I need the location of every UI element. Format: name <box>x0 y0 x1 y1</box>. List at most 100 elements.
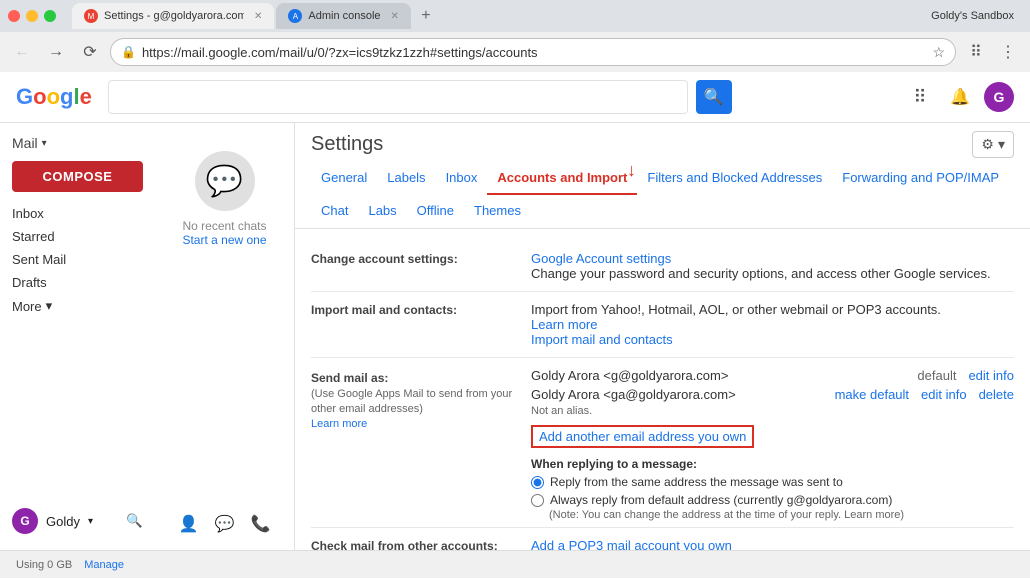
mail-dropdown-arrow: ▾ <box>42 138 47 149</box>
lock-icon: 🔒 <box>121 45 136 59</box>
close-button[interactable] <box>8 10 20 22</box>
mail-label-text: Mail <box>12 135 38 151</box>
settings-header: Settings ⚙ ▾ <box>295 123 1030 162</box>
sidebar-item-label-drafts: Drafts <box>12 275 47 290</box>
chat-bubble-icon[interactable]: 💬 <box>211 510 239 538</box>
sidebar-item-drafts[interactable]: Drafts <box>0 271 147 294</box>
back-button[interactable]: ← <box>8 38 36 66</box>
import-desc: Import from Yahoo!, Hotmail, AOL, or oth… <box>531 302 941 317</box>
section-label-send-mail: Send mail as: (Use Google Apps Mail to s… <box>311 368 531 430</box>
section-check-mail: Check mail from other accounts: Learn mo… <box>311 528 1014 550</box>
tab-general[interactable]: General <box>311 162 377 195</box>
tab-filters[interactable]: Filters and Blocked Addresses <box>637 162 832 195</box>
reply-option-2-label: Always reply from default address (curre… <box>550 493 892 507</box>
address-bar-row: ← → ⟳ 🔒 https://mail.google.com/mail/u/0… <box>0 32 1030 72</box>
account-2-info: Goldy Arora <ga@goldyarora.com> Not an a… <box>531 387 823 417</box>
tab-accounts-import[interactable]: Accounts and Import <box>487 162 637 195</box>
reply-options: When replying to a message: Reply from t… <box>531 456 1014 521</box>
tab-forwarding[interactable]: Forwarding and POP/IMAP <box>832 162 1009 195</box>
search-button-sidebar[interactable]: 🔍 <box>126 513 143 529</box>
minimize-button[interactable] <box>26 10 38 22</box>
add-email-link[interactable]: Add another email address you own <box>531 425 754 448</box>
tab-label-admin: Admin console <box>308 10 380 22</box>
search-input[interactable] <box>108 80 688 114</box>
import-learn-more-link[interactable]: Learn more <box>531 317 597 332</box>
reply-option-1-row: Reply from the same address the message … <box>531 475 1014 489</box>
account-2-delete-link[interactable]: delete <box>979 387 1014 402</box>
address-bar[interactable]: 🔒 https://mail.google.com/mail/u/0/?zx=i… <box>110 38 956 66</box>
sidebar-item-sent[interactable]: Sent Mail <box>0 248 147 271</box>
section-content-send-mail: Goldy Arora <g@goldyarora.com> default e… <box>531 368 1014 521</box>
compose-button[interactable]: COMPOSE <box>12 161 143 192</box>
toolbar-icons: ⠿ ⋮ <box>962 38 1022 66</box>
footer-manage-link[interactable]: Manage <box>84 559 124 571</box>
mail-label[interactable]: Mail ▾ <box>0 131 155 155</box>
chat-avatar-area: 💬 <box>195 151 255 211</box>
chat-people-icon[interactable]: 👤 <box>175 510 203 538</box>
tab-offline[interactable]: Offline <box>407 195 464 228</box>
tab-close-settings[interactable]: ✕ <box>254 11 262 22</box>
tab-settings[interactable]: M Settings - g@goldyarora.com ✕ <box>72 3 274 29</box>
notifications-button[interactable]: 🔔 <box>944 81 976 113</box>
browser-tabs: M Settings - g@goldyarora.com ✕ A Admin … <box>72 3 923 29</box>
sidebar: Mail ▾ COMPOSE Inbox Starred Sent Mail D… <box>0 123 155 550</box>
sidebar-item-inbox[interactable]: Inbox <box>0 202 147 225</box>
reply-option-2-row: Always reply from default address (curre… <box>531 493 1014 507</box>
maximize-button[interactable] <box>44 10 56 22</box>
section-send-mail: Send mail as: (Use Google Apps Mail to s… <box>311 358 1014 528</box>
tab-admin[interactable]: A Admin console ✕ <box>276 3 411 29</box>
tab-inbox[interactable]: Inbox <box>436 162 488 195</box>
account-1-default-label: default <box>917 368 956 383</box>
chat-panel: 💬 No recent chats Start a new one 👤 💬 📞 <box>155 123 295 550</box>
import-mail-contacts-link[interactable]: Import mail and contacts <box>531 332 673 347</box>
account-1-edit-link[interactable]: edit info <box>968 368 1014 383</box>
new-tab-button[interactable]: + <box>413 3 439 29</box>
add-pop3-link[interactable]: Add a POP3 mail account you own <box>531 538 732 550</box>
traffic-lights <box>8 10 56 22</box>
chat-phone-icon[interactable]: 📞 <box>247 510 275 538</box>
tab-themes[interactable]: Themes <box>464 195 531 228</box>
start-new-link[interactable]: Start a new one <box>182 233 266 247</box>
section-import-mail: Import mail and contacts: Import from Ya… <box>311 292 1014 358</box>
reply-option-1-radio[interactable] <box>531 476 544 489</box>
settings-body: Change account settings: Google Account … <box>295 229 1030 550</box>
tab-labs[interactable]: Labs <box>358 195 406 228</box>
section-content-check-mail: Add a POP3 mail account you own <box>531 538 1014 550</box>
account-1-meta: default edit info <box>905 368 1014 383</box>
reply-option-2-radio[interactable] <box>531 494 544 507</box>
footer-left: Using 0 GB Manage <box>16 559 124 571</box>
sidebar-item-starred[interactable]: Starred <box>0 225 147 248</box>
more-options-button[interactable]: ⋮ <box>994 38 1022 66</box>
account-2-edit-link[interactable]: edit info <box>921 387 967 402</box>
tab-labels[interactable]: Labels <box>377 162 435 195</box>
tab-favicon-admin: A <box>288 9 302 23</box>
account-row-2: Goldy Arora <ga@goldyarora.com> Not an a… <box>531 387 1014 417</box>
star-page-button[interactable]: ☆ <box>932 44 945 61</box>
account-2-note: Not an alias. <box>531 405 592 417</box>
avatar[interactable]: G <box>984 82 1014 112</box>
send-mail-learn-more-link[interactable]: Learn more <box>311 418 367 430</box>
search-button[interactable]: 🔍 <box>696 80 732 114</box>
header-right: ⠿ 🔔 G <box>904 81 1014 113</box>
sidebar-item-label-starred: Starred <box>12 229 55 244</box>
user-avatar-small: G <box>12 508 38 534</box>
sidebar-item-label-inbox: Inbox <box>12 206 44 221</box>
account-2-make-default-link[interactable]: make default <box>835 387 909 402</box>
google-logo: Google <box>16 84 92 110</box>
account-row-1: Goldy Arora <g@goldyarora.com> default e… <box>531 368 1014 383</box>
user-area: G Goldy ▾ 🔍 <box>0 500 155 542</box>
user-name-label: Goldy <box>46 514 80 529</box>
google-account-settings-link[interactable]: Google Account settings <box>531 251 671 266</box>
settings-gear-button[interactable]: ⚙ ▾ <box>972 131 1014 158</box>
section-content-change-account: Google Account settings Change your pass… <box>531 251 1014 281</box>
tab-close-admin[interactable]: ✕ <box>391 11 399 22</box>
forward-button[interactable]: → <box>42 38 70 66</box>
account-2-meta: make default edit info delete <box>823 387 1014 402</box>
google-apps-button[interactable]: ⠿ <box>904 81 936 113</box>
sidebar-item-more[interactable]: More ▾ <box>0 294 155 318</box>
extensions-button[interactable]: ⠿ <box>962 38 990 66</box>
tab-chat[interactable]: Chat <box>311 195 358 228</box>
section-label-change-account: Change account settings: <box>311 251 531 281</box>
settings-tabs: ↓ General Labels Inbox Accounts and Impo… <box>295 162 1030 229</box>
refresh-button[interactable]: ⟳ <box>76 38 104 66</box>
